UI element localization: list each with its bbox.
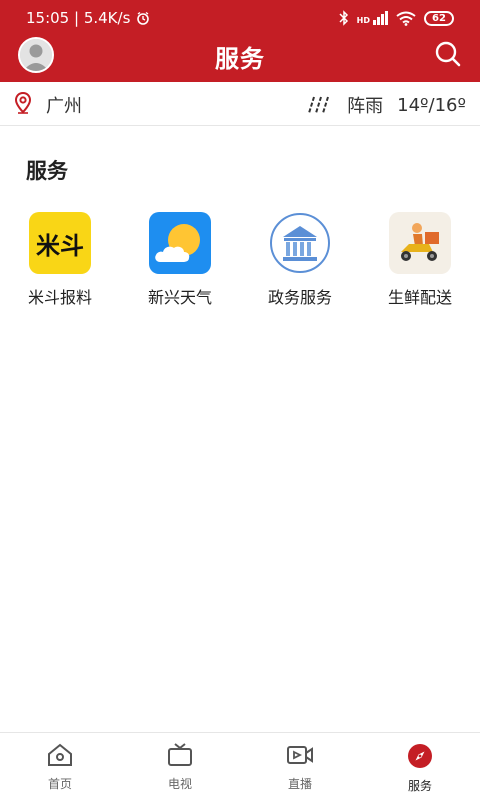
mi-dou-logo-text: 米斗 [36, 232, 84, 260]
nav-label: 首页 [47, 777, 72, 791]
weather-condition: 阵雨 [347, 96, 384, 117]
delivery-scooter-icon [389, 212, 451, 274]
nav-label: 直播 [287, 777, 312, 791]
wifi-icon [396, 11, 416, 26]
service-xinxing-weather[interactable]: 新兴天气 [120, 210, 240, 308]
app-header: 15:05 | 5.4K/s HD 62 服务 [0, 0, 480, 82]
signal-label: HD [356, 16, 370, 25]
bottom-nav: 首页 电视 直播 服务 [0, 732, 480, 800]
section-title: 服务 [26, 159, 68, 183]
page-title: 服务 [215, 45, 265, 73]
nav-label: 服务 [407, 779, 432, 793]
service-mi-dou-report[interactable]: 米斗 米斗报料 [0, 210, 120, 308]
weather-bar: 广州 阵雨 14º/16º [0, 82, 480, 126]
nav-label: 电视 [167, 777, 192, 791]
status-left: 15:05 | 5.4K/s [26, 9, 150, 27]
search-button[interactable] [432, 38, 464, 70]
services-grid: 米斗 米斗报料 新兴天气 政务服务 生鲜配送 [0, 210, 480, 310]
service-label: 米斗报料 [27, 288, 92, 307]
weather-sun-cloud-graphic [155, 224, 200, 262]
nav-services[interactable]: 服务 [360, 733, 480, 800]
service-fresh-delivery[interactable]: 生鲜配送 [360, 210, 480, 308]
mi-dou-logo-icon: 米斗 [29, 212, 91, 274]
location-pin-icon [14, 92, 32, 114]
weather-temperature: 14º/16º [397, 94, 466, 116]
government-building-graphic [270, 213, 330, 273]
city-name[interactable]: 广州 [46, 92, 82, 118]
service-label: 生鲜配送 [387, 288, 452, 307]
weather-sun-cloud-icon [149, 212, 211, 274]
status-bar: 15:05 | 5.4K/s HD 62 [0, 0, 480, 36]
compass-icon [408, 744, 432, 768]
signal-icon: HD [357, 11, 388, 25]
service-label: 新兴天气 [147, 288, 212, 307]
service-government[interactable]: 政务服务 [240, 210, 360, 308]
service-label: 政务服务 [267, 288, 332, 307]
weather-info[interactable]: 阵雨 14º/16º [307, 92, 466, 118]
live-video-icon [287, 746, 313, 764]
nav-live[interactable]: 直播 [240, 733, 360, 800]
rain-icon [308, 96, 330, 114]
status-time-speed: 15:05 | 5.4K/s [26, 9, 131, 27]
nav-tv[interactable]: 电视 [120, 733, 240, 800]
battery-indicator: 62 [424, 10, 454, 26]
search-icon [435, 41, 461, 67]
bluetooth-icon [339, 10, 348, 26]
home-icon [48, 743, 72, 766]
nav-home[interactable]: 首页 [0, 733, 120, 800]
title-bar: 服务 [0, 32, 480, 80]
delivery-scooter-graphic [401, 223, 439, 261]
government-building-icon [269, 212, 331, 274]
status-right: HD 62 [339, 10, 454, 26]
alarm-icon [137, 11, 150, 25]
tv-icon [168, 743, 192, 766]
